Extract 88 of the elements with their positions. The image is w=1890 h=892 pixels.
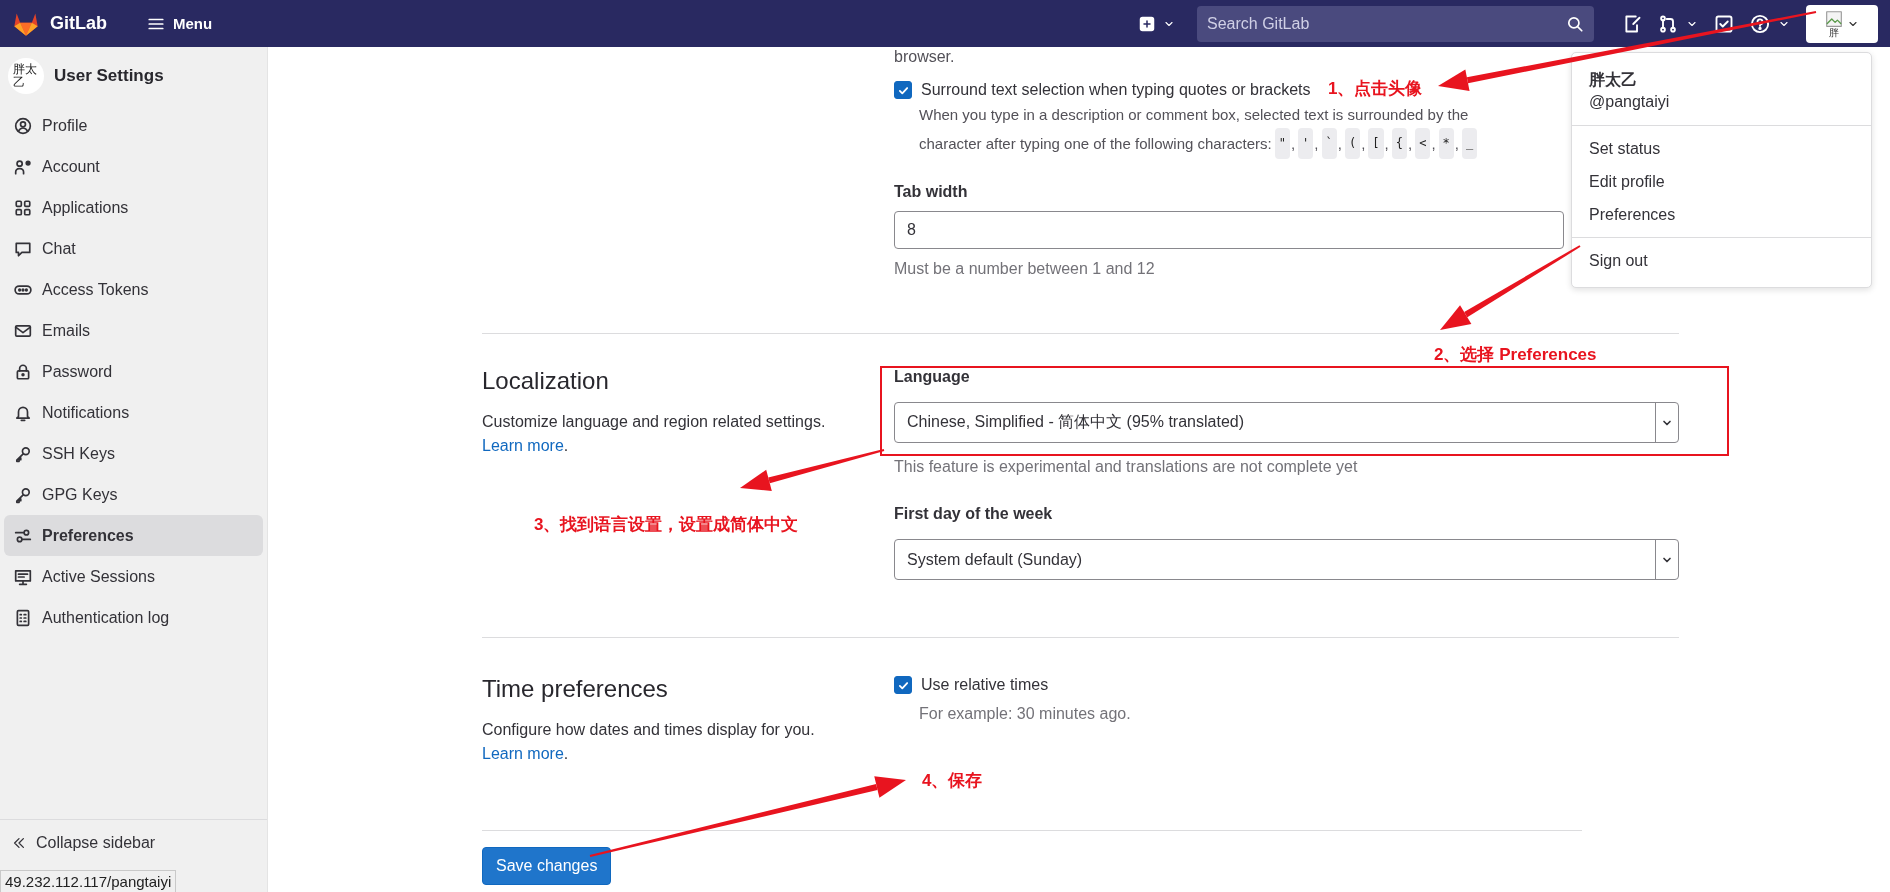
menu-item[interactable]: Edit profile [1572,165,1871,198]
separator-text: , [1384,134,1389,154]
profile-icon [14,116,32,135]
search-icon [1566,14,1584,33]
checkbox[interactable] [894,676,912,694]
section-description: Customize language and region related settings. Learn more. [482,412,827,456]
description-text: When you type in a description or comment box, selected text is surrounded by the [919,105,1469,125]
user-name: 胖太乙 [1588,70,1638,90]
character-chip: ' [1298,128,1314,159]
log-icon [14,608,32,627]
character-chip: < [1415,128,1431,159]
character-chip: ` [1321,128,1337,159]
lock-icon [14,362,32,381]
separator-text: , [1314,134,1319,154]
save-changes-button[interactable]: Save changes [482,847,612,885]
checkbox[interactable] [894,81,912,99]
checkbox-label: Use relative times [921,675,1049,695]
avatar-alt-text: 胖太乙 [12,63,38,89]
menu-item[interactable]: Sign out [1572,244,1871,277]
menu-item[interactable]: Set status [1572,132,1871,165]
logo-text[interactable]: GitLab [50,13,107,34]
sidebar-item[interactable]: Chat [4,228,263,269]
sidebar-item[interactable]: Password [4,351,263,392]
plus-icon [1139,15,1155,32]
separator-text: , [1337,134,1342,154]
checkbox-tick-icon [1714,13,1734,34]
annotation-text: 4、保存 [922,771,983,791]
learn-more-link[interactable]: Learn more [482,745,564,762]
separator-text: , [1431,134,1436,154]
section-title: Localization [482,366,610,396]
section-description: Configure how dates and times display for you. Learn more. [482,720,816,764]
help-icon [1750,13,1770,34]
annotation-text: 2、选择 Preferences [1434,345,1597,365]
description-text: browser. [894,47,956,67]
field-label: Language [894,367,970,387]
separator-text: , [1454,134,1459,154]
separator-text: , [1407,134,1413,154]
menu-button[interactable]: Menu [139,8,221,39]
first-day-dropdown[interactable]: System default (Sunday) [894,539,1679,580]
menu-item[interactable]: Preferences [1572,198,1871,231]
separator-text: , [1290,134,1296,154]
sidebar-item[interactable]: Profile [4,105,263,146]
character-chip: { [1391,128,1407,159]
sidebar-item[interactable]: Account [4,146,263,187]
field-label: First day of the week [894,504,1053,524]
monitor-icon [14,567,32,586]
character-chip: ( [1344,128,1361,159]
hint-text: For example: 30 minutes ago. [919,704,1131,724]
broken-image-icon [1825,9,1843,28]
collapse-sidebar-button[interactable]: Collapse sidebar [12,834,156,852]
section-title: Time preferences [482,674,669,704]
sidebar-item[interactable]: Notifications [4,392,263,433]
checkbox-label: Surround text selection when typing quotes or brackets [921,80,1311,100]
sidebar-item[interactable]: Applications [4,187,263,228]
character-chip: _ [1461,128,1478,159]
user-gear-icon [14,157,32,176]
key-icon [14,485,32,504]
learn-more-link[interactable]: Learn more [482,437,564,454]
field-label: Tab width [894,182,968,202]
sidebar-item[interactable]: Emails [4,310,263,351]
annotation-text: 1、点击头像 [1328,79,1423,99]
sidebar-item[interactable]: Access Tokens [4,269,263,310]
separator-text: , [1361,134,1366,154]
language-dropdown[interactable]: Chinese, Simplified - 简体中文 (95% translated) [894,402,1679,443]
hint-text: Must be a number between 1 and 12 [894,259,1155,279]
double-chevron-icon [12,836,26,850]
tab-width-field[interactable]: 8 [894,211,1564,249]
avatar-alt-text: 胖 [1829,27,1839,38]
hint-text: This feature is experimental and translations are not complete yet [894,457,1358,477]
sidebar-item[interactable]: Preferences [4,515,263,556]
sidebar-item[interactable]: Active Sessions [4,556,263,597]
character-chip: " [1274,128,1290,159]
key-icon [14,444,32,463]
character-chip: [ [1368,128,1384,159]
username: @pangtaiyi [1588,92,1671,112]
search-field[interactable]: Search GitLab [1197,5,1594,42]
character-chip: * [1438,128,1454,159]
grid-icon [14,198,32,217]
sidebar-item[interactable]: SSH Keys [4,433,263,474]
branch-merge-icon [1658,13,1678,34]
sidebar-title: User Settings [54,66,164,86]
sidebar-item[interactable]: Authentication log [4,597,263,638]
document-pen-icon [1622,13,1642,34]
description-text: character after typing one of the following characters: [919,134,1272,154]
status-url-tooltip: 49.232.112.117/pangtaiyi [0,870,177,892]
annotation-text: 3、找到语言设置，设置成简体中文 [534,515,799,535]
avatar-button[interactable]: 胖 [1806,4,1878,43]
sidebar-item[interactable]: GPG Keys [4,474,263,515]
